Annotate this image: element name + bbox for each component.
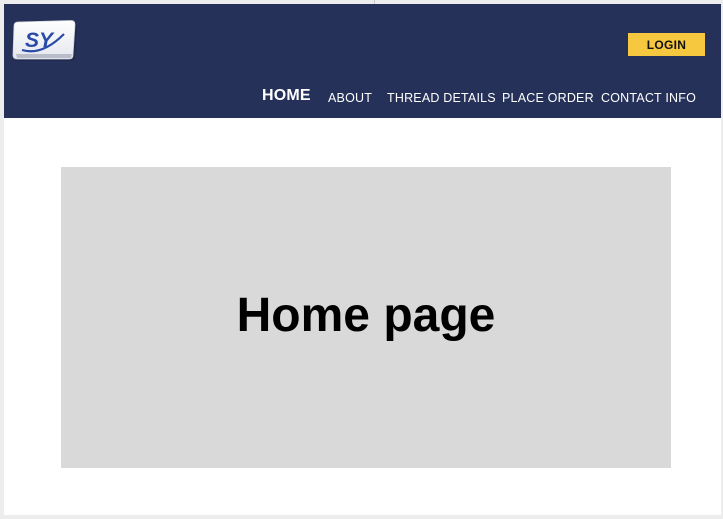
main-nav: HOME ABOUT THREAD DETAILS PLACE ORDER CO…: [4, 86, 721, 108]
login-button[interactable]: LOGIN: [628, 33, 705, 56]
hero-title: Home page: [236, 289, 496, 342]
logo-text: SY: [25, 29, 55, 52]
page: SY LOGIN HOME ABOUT THREAD DETAILS PLACE…: [4, 4, 721, 515]
nav-item-contact-info[interactable]: CONTACT INFO: [601, 88, 696, 108]
nav-item-thread-details[interactable]: THREAD DETAILS: [387, 88, 496, 108]
site-header: SY LOGIN HOME ABOUT THREAD DETAILS PLACE…: [4, 4, 721, 118]
hero-banner: Home page: [61, 167, 671, 468]
nav-item-place-order[interactable]: PLACE ORDER: [502, 88, 594, 108]
logo-icon: SY: [12, 20, 77, 61]
nav-item-home[interactable]: HOME: [262, 86, 311, 106]
logo[interactable]: SY: [12, 20, 78, 62]
nav-item-about[interactable]: ABOUT: [328, 88, 372, 108]
